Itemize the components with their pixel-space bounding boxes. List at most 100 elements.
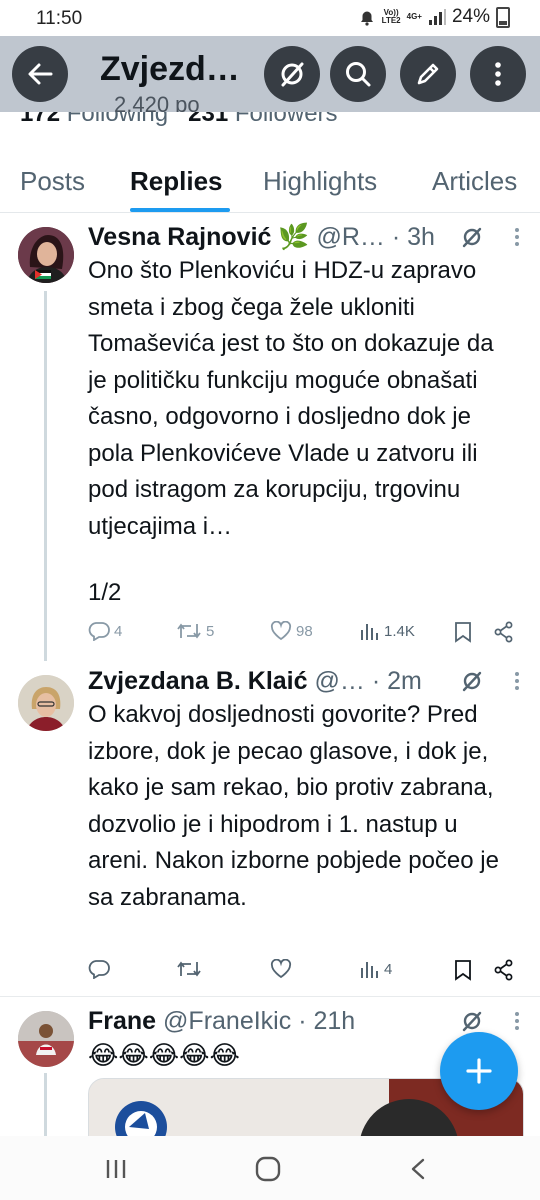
tweet-text: Ono što Plenkoviću i HDZ-u zapravo smeta… <box>88 257 494 540</box>
tweet-actions: 4 <box>88 959 518 987</box>
view-count: 1.4K <box>384 622 415 640</box>
followers-count: 231 <box>188 112 229 126</box>
avatar[interactable] <box>18 227 74 283</box>
following-label[interactable]: Following <box>67 112 168 126</box>
tab-posts[interactable]: Posts <box>20 166 85 197</box>
tweet-meta-actions <box>460 669 520 693</box>
author-handle: @FraneIkic <box>163 1007 292 1035</box>
compose-button[interactable] <box>440 1032 518 1110</box>
search-icon <box>346 62 371 87</box>
avatar[interactable] <box>18 675 74 731</box>
views-icon <box>361 962 378 978</box>
tweet-time: · 21h <box>298 1007 356 1035</box>
repost-button[interactable] <box>176 959 206 979</box>
avatar-image <box>18 227 74 283</box>
like-button[interactable] <box>270 959 296 979</box>
author-name: Zvjezdana B. Klaić <box>88 667 308 695</box>
views-button[interactable]: 1.4K <box>360 621 415 641</box>
heart-icon <box>270 621 292 641</box>
network-type: 4G+ <box>406 12 422 21</box>
profile-tabs: Posts Replies Highlights Articles <box>0 150 540 213</box>
tab-articles[interactable]: Articles <box>432 166 517 197</box>
avatar-image <box>18 1011 74 1067</box>
view-count: 4 <box>384 960 393 978</box>
thread-marker: 1/2 <box>88 579 122 606</box>
heart-icon <box>270 959 292 979</box>
grok-icon <box>281 62 304 87</box>
repost-button[interactable]: 5 <box>176 621 214 641</box>
tweet[interactable]: Zvjezdana B. Klaić @… · 2m O kakvoj dosl… <box>0 661 540 997</box>
repost-icon <box>177 961 201 977</box>
reply-button[interactable] <box>88 959 114 979</box>
reply-button[interactable]: 4 <box>88 621 122 641</box>
more-vertical-icon[interactable] <box>514 1011 520 1031</box>
home-icon[interactable] <box>255 1156 281 1182</box>
plus-icon <box>466 1058 492 1084</box>
tweet-meta-actions <box>460 1009 520 1033</box>
reply-count: 4 <box>114 622 123 640</box>
author-name: Vesna Rajnović <box>88 223 272 251</box>
tweet-time: · 2m <box>371 667 422 695</box>
bookmark-icon[interactable] <box>454 621 472 643</box>
battery-icon <box>496 6 510 28</box>
tab-replies[interactable]: Replies <box>130 166 223 197</box>
avatar[interactable] <box>18 1011 74 1067</box>
author-name: Frane <box>88 1007 157 1035</box>
tweet-author[interactable]: Frane @FraneIkic · 21h <box>88 1007 355 1036</box>
tweet-text: O kakvoj dosljednosti govorite? Pred izb… <box>88 701 499 911</box>
tab-highlights[interactable]: Highlights <box>263 166 377 197</box>
back-nav-icon[interactable] <box>410 1158 426 1180</box>
author-emoji: 🌿 <box>278 223 310 251</box>
bookmark-icon[interactable] <box>454 959 472 981</box>
thread-line <box>44 291 47 661</box>
active-tab-indicator <box>130 208 230 212</box>
signal-icon <box>428 9 446 25</box>
like-count: 98 <box>296 622 313 640</box>
author-handle: @… <box>314 667 365 695</box>
grok-icon[interactable] <box>460 1009 484 1033</box>
grok-button[interactable] <box>264 46 320 102</box>
tweet-author[interactable]: Vesna Rajnović 🌿 @R… · 3h <box>88 223 435 252</box>
like-button[interactable]: 98 <box>270 621 313 641</box>
following-count: 172 <box>20 112 61 126</box>
more-options-button[interactable] <box>470 46 526 102</box>
post-count: 2,420 po <box>114 92 200 112</box>
grok-icon[interactable] <box>460 669 484 693</box>
tweet[interactable]: Vesna Rajnović 🌿 @R… · 3h Ono što Plenko… <box>0 213 540 661</box>
more-vertical-icon[interactable] <box>514 671 520 691</box>
back-button[interactable] <box>12 46 68 102</box>
more-vertical-icon[interactable] <box>514 227 520 247</box>
status-icons: Vo)) LTE2 4G+ 24% <box>358 6 510 28</box>
repost-icon <box>177 623 201 639</box>
tweet-meta-actions <box>460 225 520 249</box>
system-nav-bar <box>0 1136 540 1200</box>
reply-icon <box>88 960 110 979</box>
alarm-icon <box>360 11 373 26</box>
share-icon[interactable] <box>494 959 514 981</box>
more-vertical-icon <box>495 62 501 86</box>
views-icon <box>361 624 378 640</box>
profile-counts: 172 Following 231 Followers <box>0 112 540 126</box>
reply-icon <box>88 622 110 641</box>
arrow-left-icon <box>28 63 53 85</box>
followers-label[interactable]: Followers <box>235 112 338 126</box>
volte-indicator: Vo)) LTE2 <box>381 8 401 25</box>
views-button[interactable]: 4 <box>360 959 392 979</box>
repost-count: 5 <box>206 622 215 640</box>
recent-apps-icon[interactable] <box>105 1158 127 1180</box>
status-bar: 11:50 Vo)) LTE2 4G+ 24% <box>0 0 540 36</box>
profile-header: Zvjezd… 2,420 po <box>0 36 540 112</box>
share-icon[interactable] <box>494 621 514 643</box>
tweet-time: · 3h <box>391 223 435 251</box>
search-button[interactable] <box>330 46 386 102</box>
tweet-author[interactable]: Zvjezdana B. Klaić @… · 2m <box>88 667 422 696</box>
grok-icon[interactable] <box>460 225 484 249</box>
author-handle: @R… <box>316 223 385 251</box>
battery-percent: 24% <box>451 6 490 27</box>
tweet-actions: 4 5 98 1.4K <box>88 621 518 649</box>
status-time: 11:50 <box>36 8 83 29</box>
thread-line <box>44 1073 47 1136</box>
avatar-image <box>18 675 74 731</box>
pencil-icon <box>417 63 439 85</box>
edit-button[interactable] <box>400 46 456 102</box>
